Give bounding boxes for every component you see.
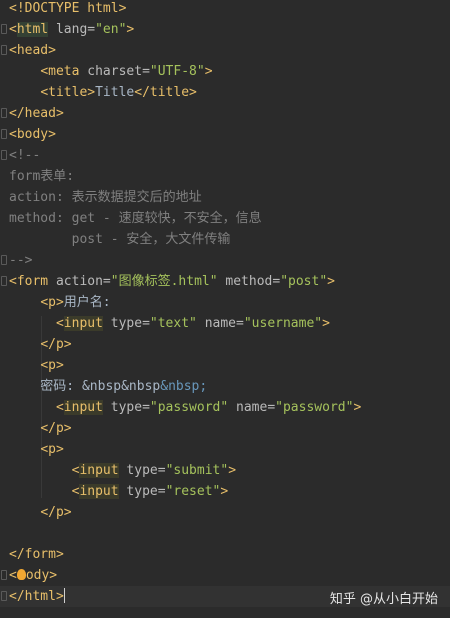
code-line[interactable]: <meta charset="UTF-8">: [0, 61, 450, 82]
code-line-text: <form action="图像标签.html" method="post">: [9, 274, 335, 289]
code-line-text: </p>: [40, 337, 72, 352]
code-line[interactable]: <form action="图像标签.html" method="post">: [0, 271, 450, 292]
code-line[interactable]: <head>: [0, 40, 450, 61]
code-line-text: -->: [9, 253, 33, 268]
code-line[interactable]: <html lang="en">: [0, 19, 450, 40]
code-line-text: < ody>: [9, 568, 58, 583]
code-line[interactable]: </p>: [0, 334, 450, 355]
code-line-text: <html lang="en">: [9, 22, 135, 37]
code-line[interactable]: <p>用户名:: [0, 292, 450, 313]
code-line-text: <!DOCTYPE html>: [9, 1, 127, 16]
code-line[interactable]: <!DOCTYPE html>: [0, 0, 450, 19]
code-line-text: </form>: [9, 547, 64, 562]
fold-marker-icon[interactable]: [1, 255, 7, 265]
code-line[interactable]: </p>: [0, 418, 450, 439]
code-line-text: </p>: [40, 421, 72, 436]
code-line[interactable]: [0, 523, 450, 544]
code-line[interactable]: <body>: [0, 124, 450, 145]
code-editor[interactable]: <!DOCTYPE html> <html lang="en"> <head> <m…: [0, 0, 450, 618]
fold-marker-icon[interactable]: [1, 150, 7, 160]
fold-marker-icon[interactable]: [1, 570, 7, 580]
code-line-text: <input type="password" name="password">: [55, 400, 362, 415]
fold-marker-icon[interactable]: [1, 108, 7, 118]
code-line-text: </html>: [9, 588, 65, 604]
code-line[interactable]: -->: [0, 250, 450, 271]
code-line[interactable]: <input type="password" name="password">: [0, 397, 450, 418]
code-line[interactable]: action: 表示数据提交后的地址: [0, 187, 450, 208]
code-line-text: </p>: [40, 505, 72, 520]
code-line[interactable]: <input type="submit">: [0, 460, 450, 481]
text-caret: [63, 588, 65, 603]
code-line[interactable]: <p>: [0, 439, 450, 460]
code-line[interactable]: form表单:: [0, 166, 450, 187]
code-line-text: <meta charset="UTF-8">: [40, 64, 213, 79]
code-line[interactable]: < ody>: [0, 565, 450, 586]
code-line-text: <head>: [9, 43, 56, 58]
fold-marker-icon[interactable]: [1, 276, 7, 286]
code-line[interactable]: 密码: &nbsp&nbsp&nbsp;: [0, 376, 450, 397]
code-line-text: </head>: [9, 106, 64, 121]
code-line-text: <p>用户名:: [40, 295, 111, 310]
code-line[interactable]: post - 安全，大文件传输: [0, 229, 450, 250]
fold-marker-icon[interactable]: [1, 45, 7, 55]
code-line-text: <input type="reset">: [71, 484, 229, 499]
code-line[interactable]: <input type="reset">: [0, 481, 450, 502]
watermark: 知乎 @从小白开始: [329, 592, 438, 607]
code-line-text: method: get - 速度较快，不安全，信息: [9, 211, 262, 226]
code-line[interactable]: <title>Title</title>: [0, 82, 450, 103]
code-line[interactable]: </p>: [0, 502, 450, 523]
fold-marker-icon[interactable]: [1, 591, 7, 601]
fold-marker-icon[interactable]: [1, 129, 7, 139]
code-line-text: post - 安全，大文件传输: [9, 232, 231, 247]
code-line-text: <!--: [9, 148, 41, 163]
code-line[interactable]: <!--: [0, 145, 450, 166]
code-line[interactable]: <p>: [0, 355, 450, 376]
code-line-text: <body>: [9, 127, 56, 142]
code-line-text: <p>: [40, 358, 64, 373]
code-line-text: <p>: [40, 442, 64, 457]
code-line[interactable]: </form>: [0, 544, 450, 565]
code-line[interactable]: method: get - 速度较快，不安全，信息: [0, 208, 450, 229]
code-line-text: action: 表示数据提交后的地址: [9, 190, 202, 205]
code-line-text: 密码: &nbsp&nbsp&nbsp;: [9, 379, 208, 394]
code-line-text: <input type="text" name="username">: [55, 316, 330, 331]
code-line[interactable]: </head>: [0, 103, 450, 124]
code-line-text: <input type="submit">: [71, 463, 237, 478]
lightbulb-icon[interactable]: [16, 569, 26, 580]
code-line[interactable]: <input type="text" name="username">: [0, 313, 450, 334]
code-line-text: form表单:: [9, 169, 75, 184]
fold-marker-icon[interactable]: [1, 24, 7, 34]
code-line-text: <title>Title</title>: [40, 85, 197, 100]
